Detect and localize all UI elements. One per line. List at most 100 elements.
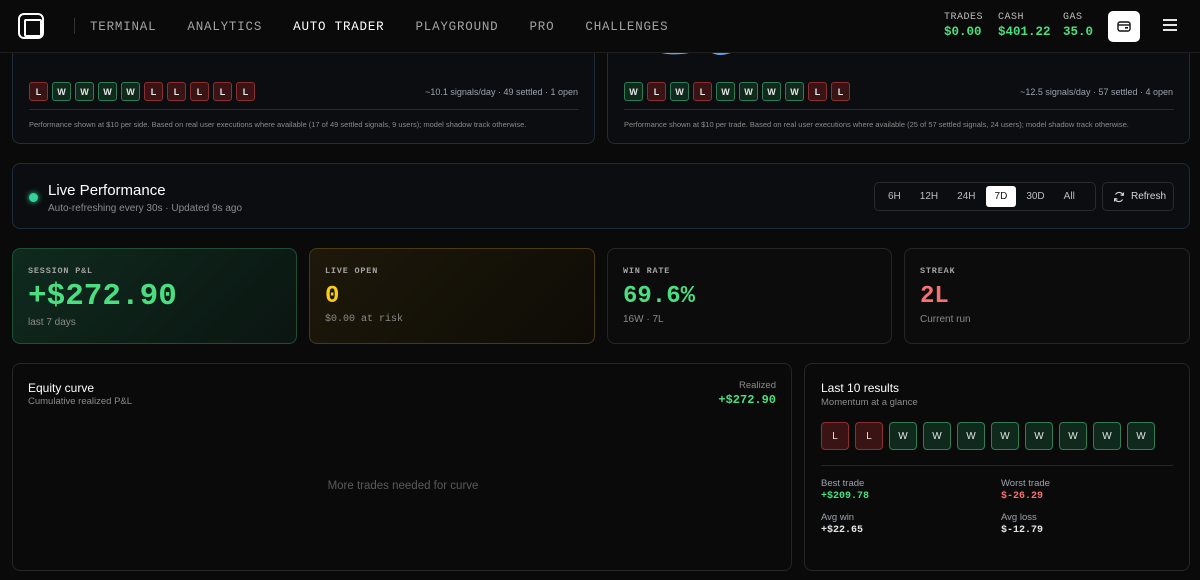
win-rate-card: WIN RATE 69.6% 16W · 7L — [607, 248, 892, 344]
win-chip: W — [624, 82, 643, 101]
win-chip: W — [98, 82, 117, 101]
win-chip: W — [1025, 422, 1053, 450]
menu-button[interactable] — [1163, 16, 1183, 36]
refresh-icon — [1113, 191, 1125, 202]
realized-label: Realized — [739, 380, 776, 391]
win-chip: W — [762, 82, 781, 101]
win-chip: W — [991, 422, 1019, 450]
win-chip: W — [75, 82, 94, 101]
performance-note: Performance shown at $10 per trade. Base… — [624, 120, 1129, 129]
empty-state-message: More trades needed for curve — [327, 480, 479, 492]
loss-chip: L — [236, 82, 255, 101]
win-chip: W — [1059, 422, 1087, 450]
loss-chip: L — [808, 82, 827, 101]
nav-link-playground[interactable]: PLAYGROUND — [415, 20, 498, 34]
range-12h[interactable]: 12H — [911, 186, 947, 207]
win-chip: W — [889, 422, 917, 450]
gas-stat: GAS 35.0 — [1063, 12, 1093, 39]
wallet-button[interactable] — [1108, 11, 1140, 42]
refresh-button[interactable]: Refresh — [1102, 182, 1174, 211]
last-10-results-panel: Last 10 results Momentum at a glance LLW… — [804, 363, 1190, 571]
equity-curve-panel: Equity curve Cumulative realized P&L Rea… — [12, 363, 792, 571]
last10-title: Last 10 results — [821, 381, 900, 395]
worst-trade-stat: Worst trade $-26.29 — [1001, 478, 1050, 502]
range-7d[interactable]: 7D — [985, 186, 1017, 207]
win-chip: W — [957, 422, 985, 450]
avg-loss-label: Avg loss — [1001, 512, 1037, 523]
divider — [624, 109, 1174, 110]
kpi-label: WIN RATE — [623, 266, 671, 276]
nav-divider — [74, 18, 75, 34]
kpi-label: LIVE OPEN — [325, 266, 379, 276]
gas-label: GAS — [1063, 12, 1083, 23]
loss-chip: L — [167, 82, 186, 101]
kpi-sub: 16W · 7L — [623, 314, 664, 325]
divider — [821, 465, 1173, 466]
loss-chip: L — [693, 82, 712, 101]
kpi-label: STREAK — [920, 266, 956, 276]
range-6h[interactable]: 6H — [879, 186, 910, 207]
range-24h[interactable]: 24H — [948, 186, 984, 207]
performance-note: Performance shown at $10 per side. Based… — [29, 120, 527, 129]
kpi-sub: Current run — [920, 314, 971, 325]
logo-icon[interactable] — [18, 13, 44, 39]
loss-chip: L — [831, 82, 850, 101]
cash-stat: CASH $401.22 — [998, 12, 1051, 39]
win-chip: W — [1127, 422, 1155, 450]
equity-title: Equity curve — [28, 381, 95, 395]
results-chips: LLWWWWWWWW — [821, 422, 1161, 450]
best-trade-label: Best trade — [821, 478, 865, 489]
range-30d[interactable]: 30D — [1017, 186, 1053, 207]
live-status-dot-icon — [29, 193, 38, 202]
avg-loss-value: $-12.79 — [1001, 525, 1044, 536]
loss-chip: L — [647, 82, 666, 101]
signals-meta: ~12.5 signals/day · 57 settled · 4 open — [1020, 87, 1173, 97]
trades-label: TRADES — [944, 12, 984, 23]
divider — [29, 109, 579, 110]
nav-link-terminal[interactable]: TERMINAL — [90, 20, 156, 34]
loss-chip: L — [144, 82, 163, 101]
live-subtitle: Auto-refreshing every 30s · Updated 9s a… — [48, 203, 242, 214]
win-chip: W — [785, 82, 804, 101]
live-title: Live Performance — [48, 182, 166, 199]
avg-win-value: +$22.65 — [821, 525, 864, 536]
nav-link-pro[interactable]: PRO — [529, 20, 554, 34]
avg-win-stat: Avg win +$22.65 — [821, 512, 863, 536]
nav-link-auto-trader[interactable]: AUTO TRADER — [293, 20, 384, 34]
range-all[interactable]: All — [1055, 186, 1084, 207]
loss-chip: L — [213, 82, 232, 101]
trades-value: $0.00 — [944, 25, 982, 39]
loss-chip: L — [821, 422, 849, 450]
avg-win-label: Avg win — [821, 512, 855, 523]
loss-chip: L — [29, 82, 48, 101]
live-performance-bar: Live Performance Auto-refreshing every 3… — [12, 163, 1190, 229]
kpi-sub: $0.00 at risk — [325, 314, 404, 325]
nav-link-analytics[interactable]: ANALYTICS — [187, 20, 262, 34]
nav-links: TERMINAL ANALYTICS AUTO TRADER PLAYGROUND PR… — [90, 0, 699, 53]
last10-subtitle: Momentum at a glance — [821, 397, 918, 408]
nav-link-challenges[interactable]: CHALLENGES — [585, 20, 668, 34]
top-nav: TERMINAL ANALYTICS AUTO TRADER PLAYGROUND PR… — [0, 0, 1200, 53]
session-pnl-value: +$272.90 — [28, 279, 177, 314]
streak-value: 2L — [920, 283, 949, 310]
signals-meta: ~10.1 signals/day · 49 settled · 1 open — [425, 87, 578, 97]
best-trade-value: +$209.78 — [821, 491, 870, 502]
cash-label: CASH — [998, 12, 1025, 23]
win-chip: W — [923, 422, 951, 450]
best-trade-stat: Best trade +$209.78 — [821, 478, 869, 502]
cash-value: $401.22 — [998, 25, 1051, 39]
win-chip: W — [1093, 422, 1121, 450]
trades-stat: TRADES $0.00 — [944, 12, 983, 39]
wallet-icon — [1117, 21, 1131, 32]
win-chip: W — [716, 82, 735, 101]
avg-loss-stat: Avg loss $-12.79 — [1001, 512, 1043, 536]
realized-value: +$272.90 — [718, 393, 776, 407]
kpi-label: SESSION P&L — [28, 266, 93, 276]
live-open-value: 0 — [325, 283, 340, 310]
win-rate-value: 69.6% — [623, 283, 696, 310]
live-open-card: LIVE OPEN 0 $0.00 at risk — [309, 248, 595, 344]
menu-icon — [1163, 19, 1177, 21]
streak-card: STREAK 2L Current run — [904, 248, 1190, 344]
loss-chip: L — [855, 422, 883, 450]
recent-results-chips: WLWLWWWWLL — [624, 82, 854, 101]
